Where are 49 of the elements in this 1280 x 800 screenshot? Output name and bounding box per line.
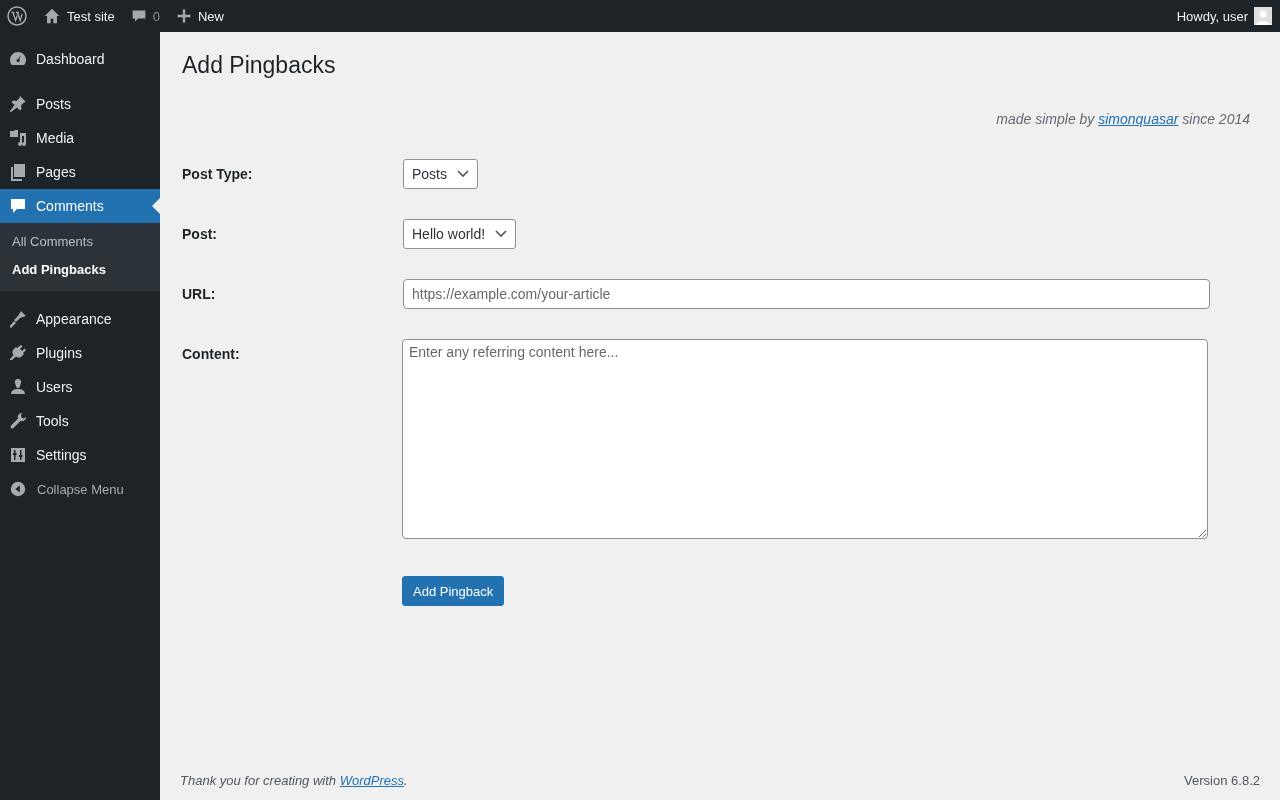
submenu-item[interactable]: All Comments [0,228,160,256]
field-label: Content: [182,345,241,362]
dropdown[interactable]: Posts [403,159,478,189]
speech-bubble-icon [130,8,147,24]
sidebar-menu-item[interactable]: Comments [0,189,160,223]
field-label: Post: [182,225,218,242]
credit-text: made simple by simonquasar since 2014 [996,111,1250,127]
sidebar-menu-item[interactable]: Media [0,121,160,155]
url-input-field[interactable]: https://example.com/your-article [403,279,1210,309]
account-link[interactable]: Howdy, user [1176,7,1272,25]
sidebar-menu-item[interactable]: Plugins [0,336,160,370]
paintbrush-icon [8,309,28,329]
sidebar-menu-item[interactable]: Users [0,370,160,404]
comments-link[interactable]: 0 [130,8,160,24]
add-pingback-button[interactable]: Add Pingback [402,576,505,606]
collapse-menu-button[interactable]: Collapse Menu [0,472,160,498]
avatar-icon [1254,7,1272,25]
page-title: Add Pingbacks [182,51,337,80]
home-icon [43,7,61,25]
submenu-item[interactable]: Add Pingbacks [0,256,160,284]
wordpress-logo-icon[interactable] [7,6,27,26]
sidebar-menu-item[interactable]: Dashboard [0,42,160,76]
person-icon [8,377,28,397]
content-text-area[interactable]: Enter any referring content here... [402,339,1208,539]
site-name-link[interactable]: Test site [43,7,115,25]
sidebar-menu-item[interactable]: Appearance [0,302,160,336]
field-label: Post Type: [182,165,254,182]
version-text: Version 6.8.2 [1184,773,1260,788]
sidebar-menu-item[interactable]: Posts [0,87,160,121]
field-label: URL: [182,285,217,302]
dropdown[interactable]: Hello world! [403,219,517,249]
plug-icon [8,343,28,363]
footer-text: Thank you for creating with WordPress. [180,773,408,788]
camera-music-icon [8,128,28,148]
pages-icon [8,162,28,182]
chevron-down-icon [495,230,508,238]
sidebar-menu-item[interactable]: Settings [0,438,160,472]
sidebar-menu-item[interactable]: Pages [0,155,160,189]
wrench-icon [8,411,28,431]
new-link[interactable]: New [175,8,224,24]
sliders-icon [8,445,28,465]
chevron-down-icon [457,170,469,178]
pushpin-icon [8,94,28,114]
left-arrow-circle-icon [9,480,27,498]
author-link[interactable]: simonquasar [1098,111,1179,127]
speech-bubble-icon [8,196,28,216]
wordpress-link[interactable]: WordPress [339,773,404,788]
plus-icon [175,8,192,24]
sidebar-menu-item[interactable]: Tools [0,404,160,438]
